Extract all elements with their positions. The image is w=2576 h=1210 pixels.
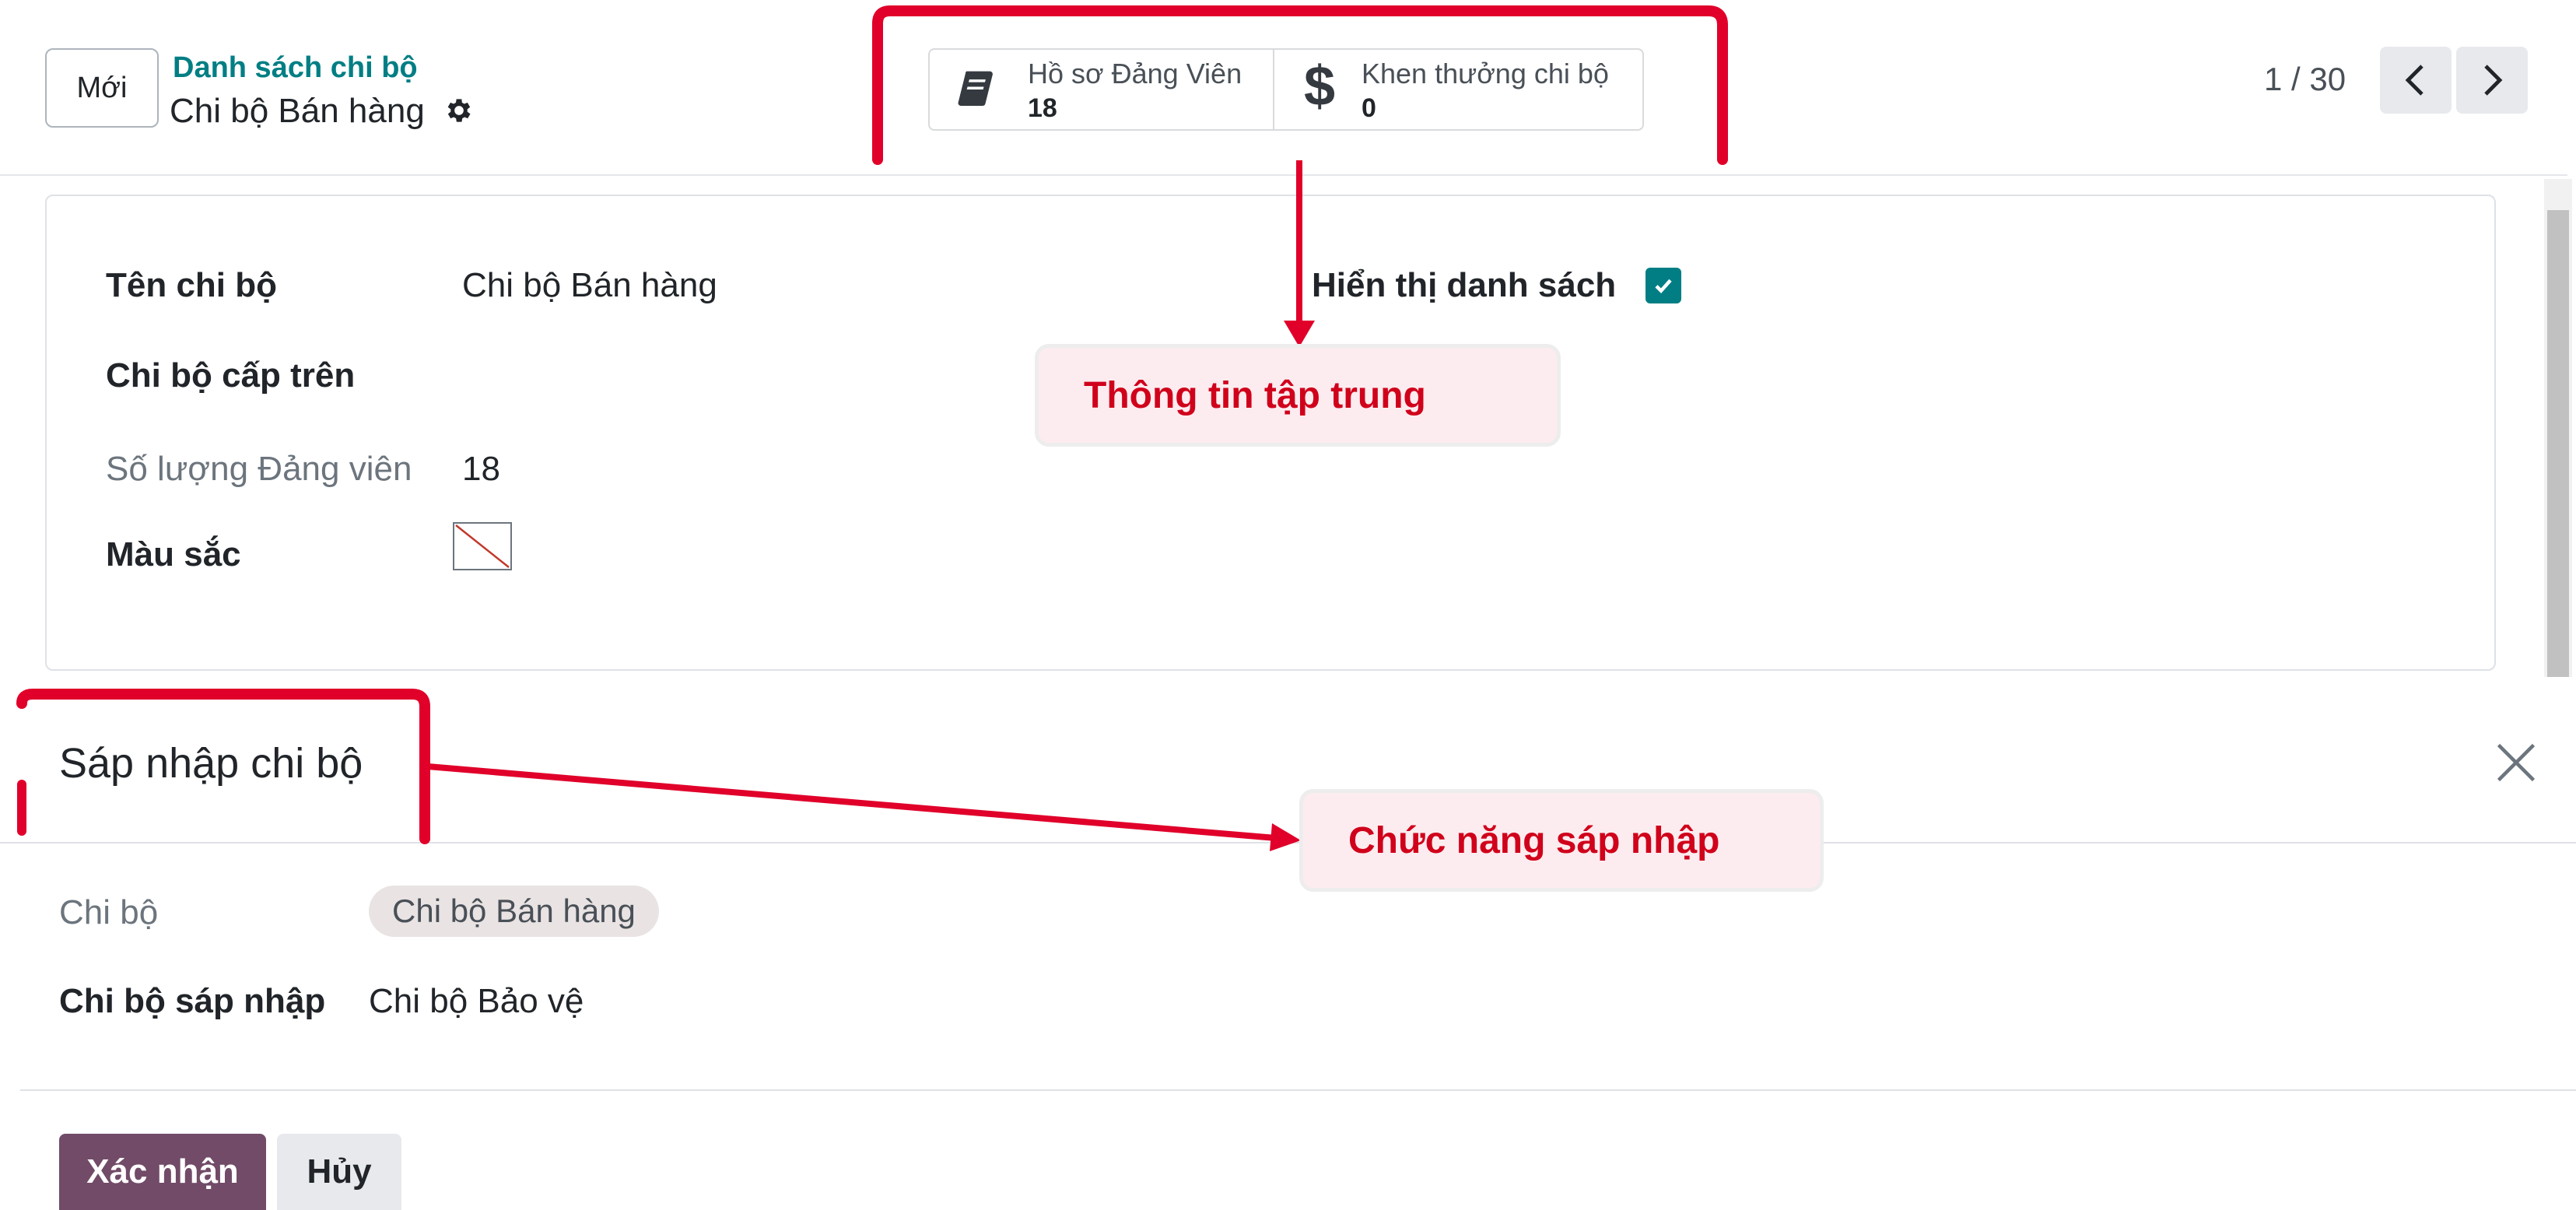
chevron-right-icon bbox=[2484, 65, 2503, 96]
member-count-label: Số lượng Đảng viên bbox=[106, 450, 412, 488]
pager-value[interactable]: 1 / 30 bbox=[2264, 61, 2346, 98]
arrowhead-merge-function bbox=[1270, 823, 1301, 851]
cancel-button[interactable]: Hủy bbox=[277, 1134, 401, 1210]
breadcrumb-parent-link[interactable]: Danh sách chi bộ bbox=[173, 51, 418, 85]
stat-button-member-records[interactable]: Hồ sơ Đảng Viên 18 bbox=[930, 50, 1272, 129]
color-label: Màu sắc bbox=[106, 535, 241, 573]
pager-previous-button[interactable] bbox=[2380, 47, 2452, 114]
color-picker[interactable] bbox=[453, 522, 512, 570]
chevron-left-icon bbox=[2405, 65, 2424, 96]
arrow-merge-function bbox=[427, 763, 1277, 841]
callout-merge-function: Chức năng sáp nhập bbox=[1299, 789, 1824, 892]
stat-value: 0 bbox=[1362, 93, 1376, 123]
stat-label: Khen thưởng chi bộ bbox=[1362, 58, 1609, 89]
branch-label: Chi bộ bbox=[59, 893, 159, 931]
book-icon bbox=[958, 71, 993, 107]
dollar-icon: $ bbox=[1304, 55, 1336, 117]
dialog-header-divider bbox=[0, 842, 2576, 843]
stat-label: Hồ sơ Đảng Viên bbox=[1028, 58, 1242, 89]
control-panel-divider bbox=[0, 174, 2567, 176]
branch-name-field[interactable]: Chi bộ Bán hàng bbox=[462, 266, 717, 305]
breadcrumb-current: Chi bộ Bán hàng bbox=[170, 92, 425, 130]
merge-branch-field[interactable]: Chi bộ Bảo vệ bbox=[369, 982, 584, 1021]
dialog-footer-divider bbox=[20, 1089, 2576, 1091]
gear-icon[interactable] bbox=[443, 95, 475, 126]
callout-focus-info: Thông tin tập trung bbox=[1035, 344, 1561, 447]
show-list-label: Hiển thị danh sách bbox=[1312, 266, 1617, 304]
scrollbar-thumb[interactable] bbox=[2547, 210, 2569, 677]
check-icon bbox=[1655, 279, 1672, 294]
branch-name-label: Tên chi bộ bbox=[106, 266, 277, 304]
pager-next-button[interactable] bbox=[2456, 47, 2528, 114]
dialog-title: Sáp nhập chi bộ bbox=[59, 740, 363, 787]
parent-branch-label: Chi bộ cấp trên bbox=[106, 356, 356, 395]
member-count-value: 18 bbox=[462, 450, 500, 488]
merge-branch-label: Chi bộ sáp nhập bbox=[59, 982, 326, 1020]
confirm-button[interactable]: Xác nhận bbox=[59, 1134, 266, 1210]
stat-value: 18 bbox=[1028, 93, 1057, 123]
new-button[interactable]: Mới bbox=[45, 48, 159, 128]
branch-tag[interactable]: Chi bộ Bán hàng bbox=[369, 886, 659, 937]
no-color-icon bbox=[455, 524, 510, 568]
show-list-checkbox[interactable] bbox=[1645, 268, 1681, 303]
stat-button-branch-rewards[interactable]: $ Khen thưởng chi bộ 0 bbox=[1274, 50, 1643, 129]
close-icon[interactable] bbox=[2493, 739, 2539, 786]
